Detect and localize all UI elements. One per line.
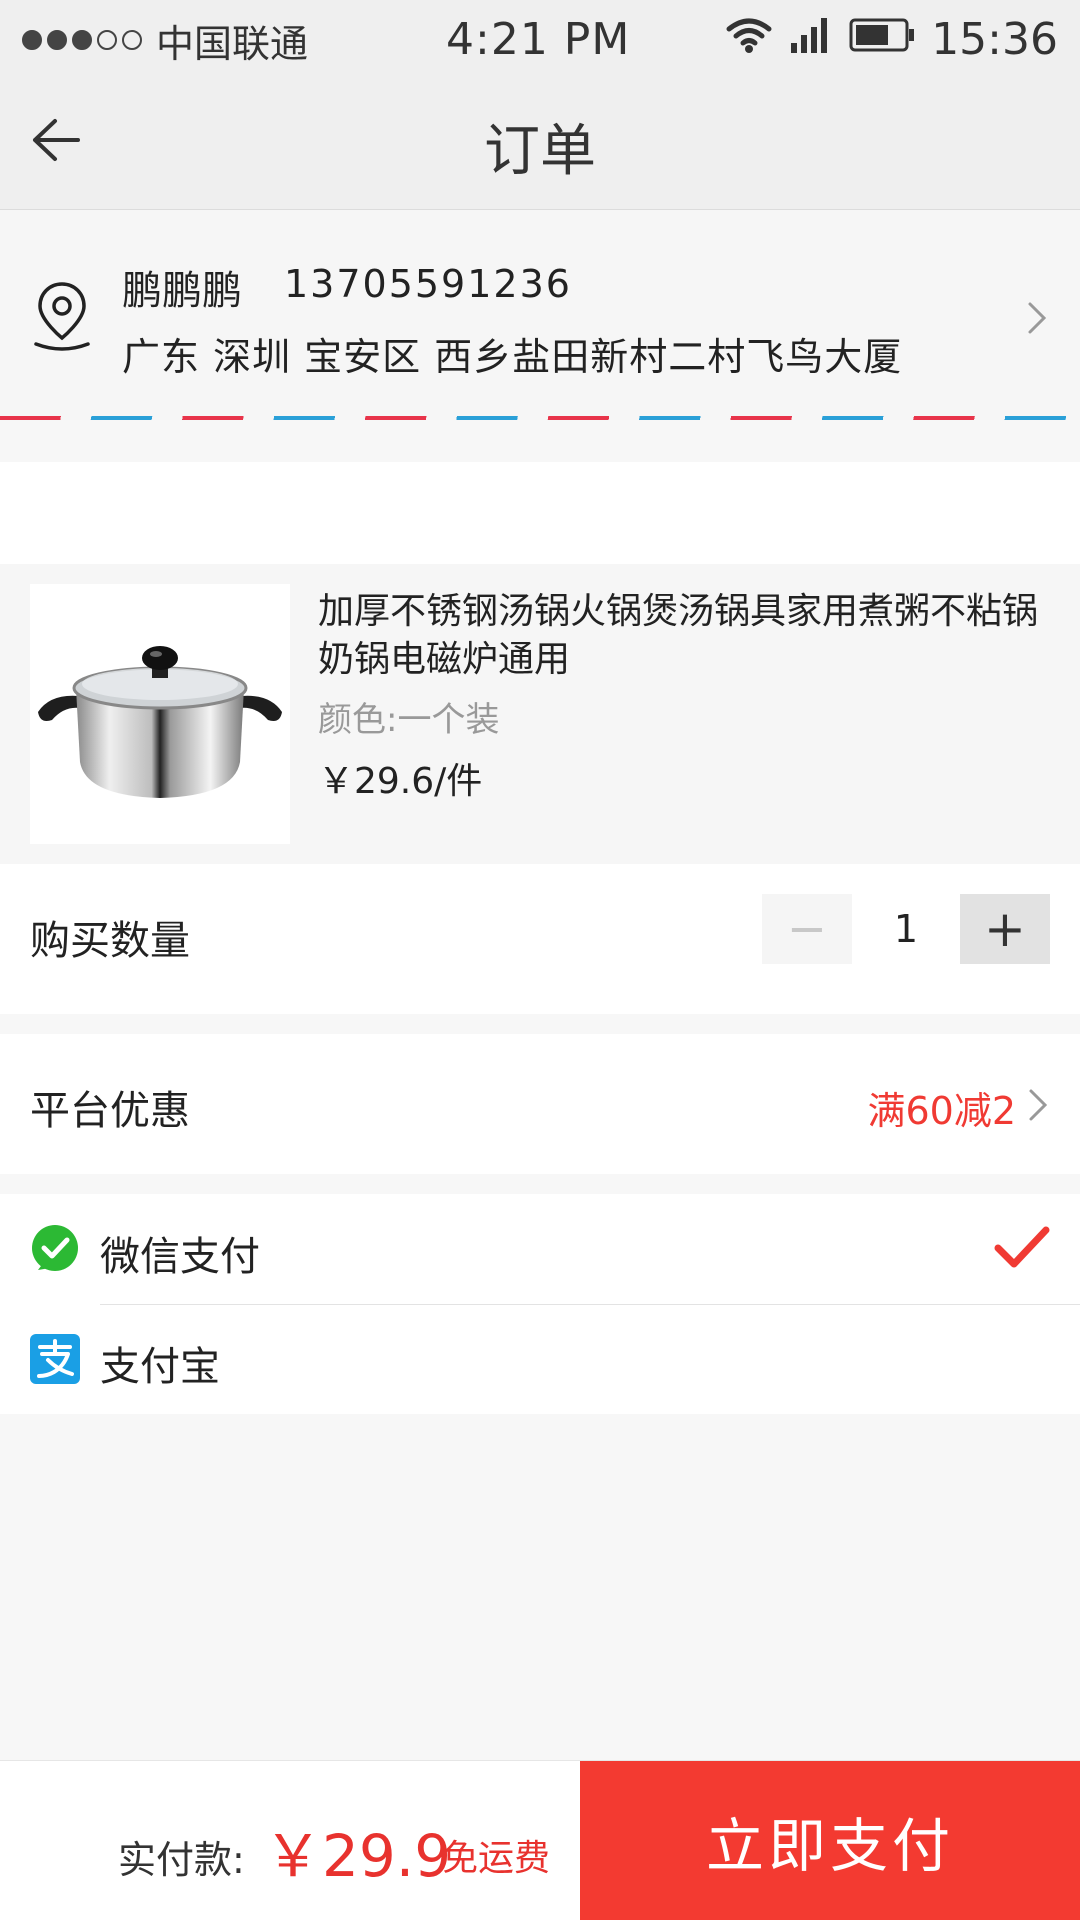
- total-price: ￥29.9: [264, 1822, 452, 1890]
- product-unit-price: ￥29.6/件: [318, 761, 483, 802]
- quantity-decrease-button[interactable]: −: [762, 894, 852, 964]
- quantity-increase-button[interactable]: +: [960, 894, 1050, 964]
- wifi-icon: [725, 15, 773, 65]
- checkout-bar: 实付款: ￥29.9 免运费 立即支付: [0, 1760, 1080, 1920]
- recipient-name: 鹏鹏鹏: [122, 268, 242, 314]
- address-envelope-stripe: [0, 416, 1080, 420]
- payment-option-alipay[interactable]: 支付宝: [0, 1304, 1080, 1414]
- selected-check-icon: [994, 1226, 1050, 1268]
- alipay-label: 支付宝: [100, 1344, 220, 1390]
- discount-label: 平台优惠: [30, 1088, 190, 1134]
- battery-icon: [849, 17, 915, 63]
- wechat-pay-label: 微信支付: [100, 1234, 260, 1280]
- address-card[interactable]: 鹏鹏鹏 13705591236 广东 深圳 宝安区 西乡盐田新村二村飞鸟大厦: [0, 210, 1080, 420]
- product-spec: 颜色:一个装: [318, 700, 500, 740]
- pay-now-button[interactable]: 立即支付: [580, 1761, 1080, 1920]
- payment-option-wechat[interactable]: 微信支付: [0, 1194, 1080, 1304]
- shipping-note: 免运费: [442, 1838, 551, 1879]
- signal-dots-icon: [22, 30, 142, 50]
- page-title: 订单: [484, 119, 596, 184]
- cell-signal-icon: [789, 15, 833, 65]
- quantity-value[interactable]: 1: [852, 894, 960, 964]
- chevron-right-icon: [1029, 1089, 1048, 1121]
- product-title: 加厚不锈钢汤锅火锅煲汤锅具家用煮粥不粘锅奶锅电磁炉通用: [318, 591, 1039, 680]
- platform-discount-row[interactable]: 平台优惠 满60减2: [0, 1034, 1080, 1174]
- order-screen: 中国联通 4:21 PM 15:36 订单 鹏鹏鹏 13705591236 广东…: [0, 0, 1080, 1920]
- recipient-address: 广东 深圳 宝安区 西乡盐田新村二村飞鸟大厦: [122, 335, 903, 379]
- location-pin-icon: [34, 282, 90, 351]
- payment-methods: 微信支付 支付宝: [0, 1194, 1080, 1414]
- quantity-row: 购买数量 − 1 +: [0, 864, 1080, 1014]
- product-image: [30, 584, 290, 844]
- quantity-label: 购买数量: [30, 918, 190, 964]
- chevron-right-icon: [1028, 302, 1047, 334]
- product-item[interactable]: 加厚不锈钢汤锅火锅煲汤锅具家用煮粥不粘锅奶锅电磁炉通用 颜色:一个装 ￥29.6…: [0, 564, 1080, 864]
- status-time: 4:21 PM: [446, 14, 631, 65]
- alipay-icon: [30, 1334, 80, 1384]
- cooking-pot-image: [38, 646, 282, 798]
- carrier-name: 中国联通: [156, 21, 309, 66]
- status-bar: 中国联通 4:21 PM 15:36: [0, 0, 1080, 80]
- blank-panel: [0, 462, 1080, 564]
- nav-bar: 订单: [0, 80, 1080, 210]
- recipient-phone: 13705591236: [284, 262, 572, 306]
- total-label: 实付款:: [118, 1838, 245, 1882]
- status-clock: 15:36: [931, 14, 1058, 65]
- wechat-pay-icon: [32, 1225, 78, 1271]
- discount-value: 满60减2: [867, 1089, 1016, 1133]
